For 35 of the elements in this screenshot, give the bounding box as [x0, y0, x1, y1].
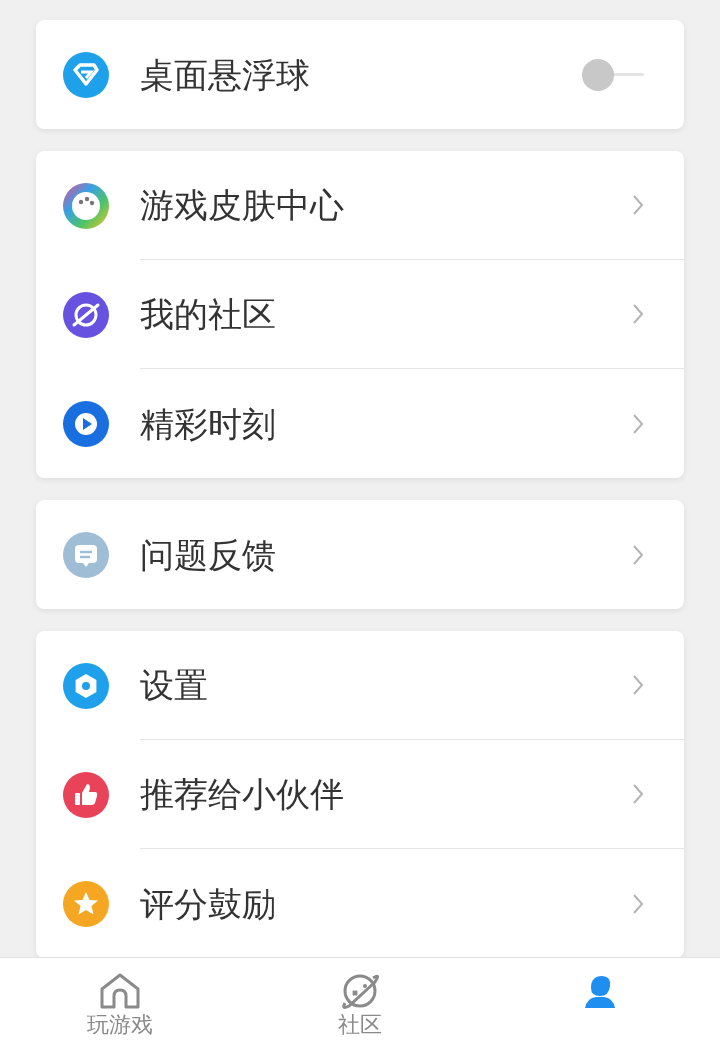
tab-label: 社区: [338, 1014, 382, 1036]
chevron-right-icon: [632, 674, 644, 696]
menu-item[interactable]: 精彩时刻: [36, 369, 684, 478]
tab-label: 玩游戏: [87, 1014, 153, 1036]
thumbs-up-icon: [63, 771, 109, 818]
menu-label: 桌面悬浮球: [140, 57, 311, 92]
chevron-right-icon: [632, 892, 644, 915]
menu-item[interactable]: 设置: [36, 631, 684, 740]
settings-icon: [63, 662, 109, 709]
menu-label: 推荐给小伙伴: [140, 777, 345, 811]
message-icon: [63, 531, 109, 578]
menu-label: 我的社区: [140, 297, 277, 331]
menu-item[interactable]: 我的社区: [36, 260, 684, 369]
menu-label: 问题反馈: [140, 537, 277, 572]
planet-icon: [63, 291, 109, 338]
menu-item[interactable]: 桌面悬浮球: [36, 20, 684, 129]
toggle-switch[interactable]: [582, 58, 644, 91]
tab[interactable]: 社区: [240, 958, 480, 1049]
chevron-right-icon: [632, 303, 644, 325]
menu-item[interactable]: 评分鼓励: [36, 849, 684, 957]
menu-item[interactable]: 游戏皮肤中心: [36, 151, 684, 260]
person-icon: [583, 974, 617, 1008]
home-icon: [99, 972, 141, 1010]
menu-label: 评分鼓励: [140, 886, 277, 921]
chevron-right-icon: [632, 783, 644, 805]
menu-label: 精彩时刻: [140, 406, 277, 441]
menu-item[interactable]: 问题反馈: [36, 500, 684, 609]
play-icon: [63, 400, 109, 447]
chevron-right-icon: [632, 412, 644, 435]
menu-label: 设置: [140, 668, 209, 702]
menu-label: 游戏皮肤中心: [140, 188, 345, 222]
chevron-right-icon: [632, 194, 644, 216]
palette-icon: [63, 182, 109, 229]
menu-item[interactable]: 推荐给小伙伴: [36, 740, 684, 849]
chevron-right-icon: [632, 543, 644, 566]
